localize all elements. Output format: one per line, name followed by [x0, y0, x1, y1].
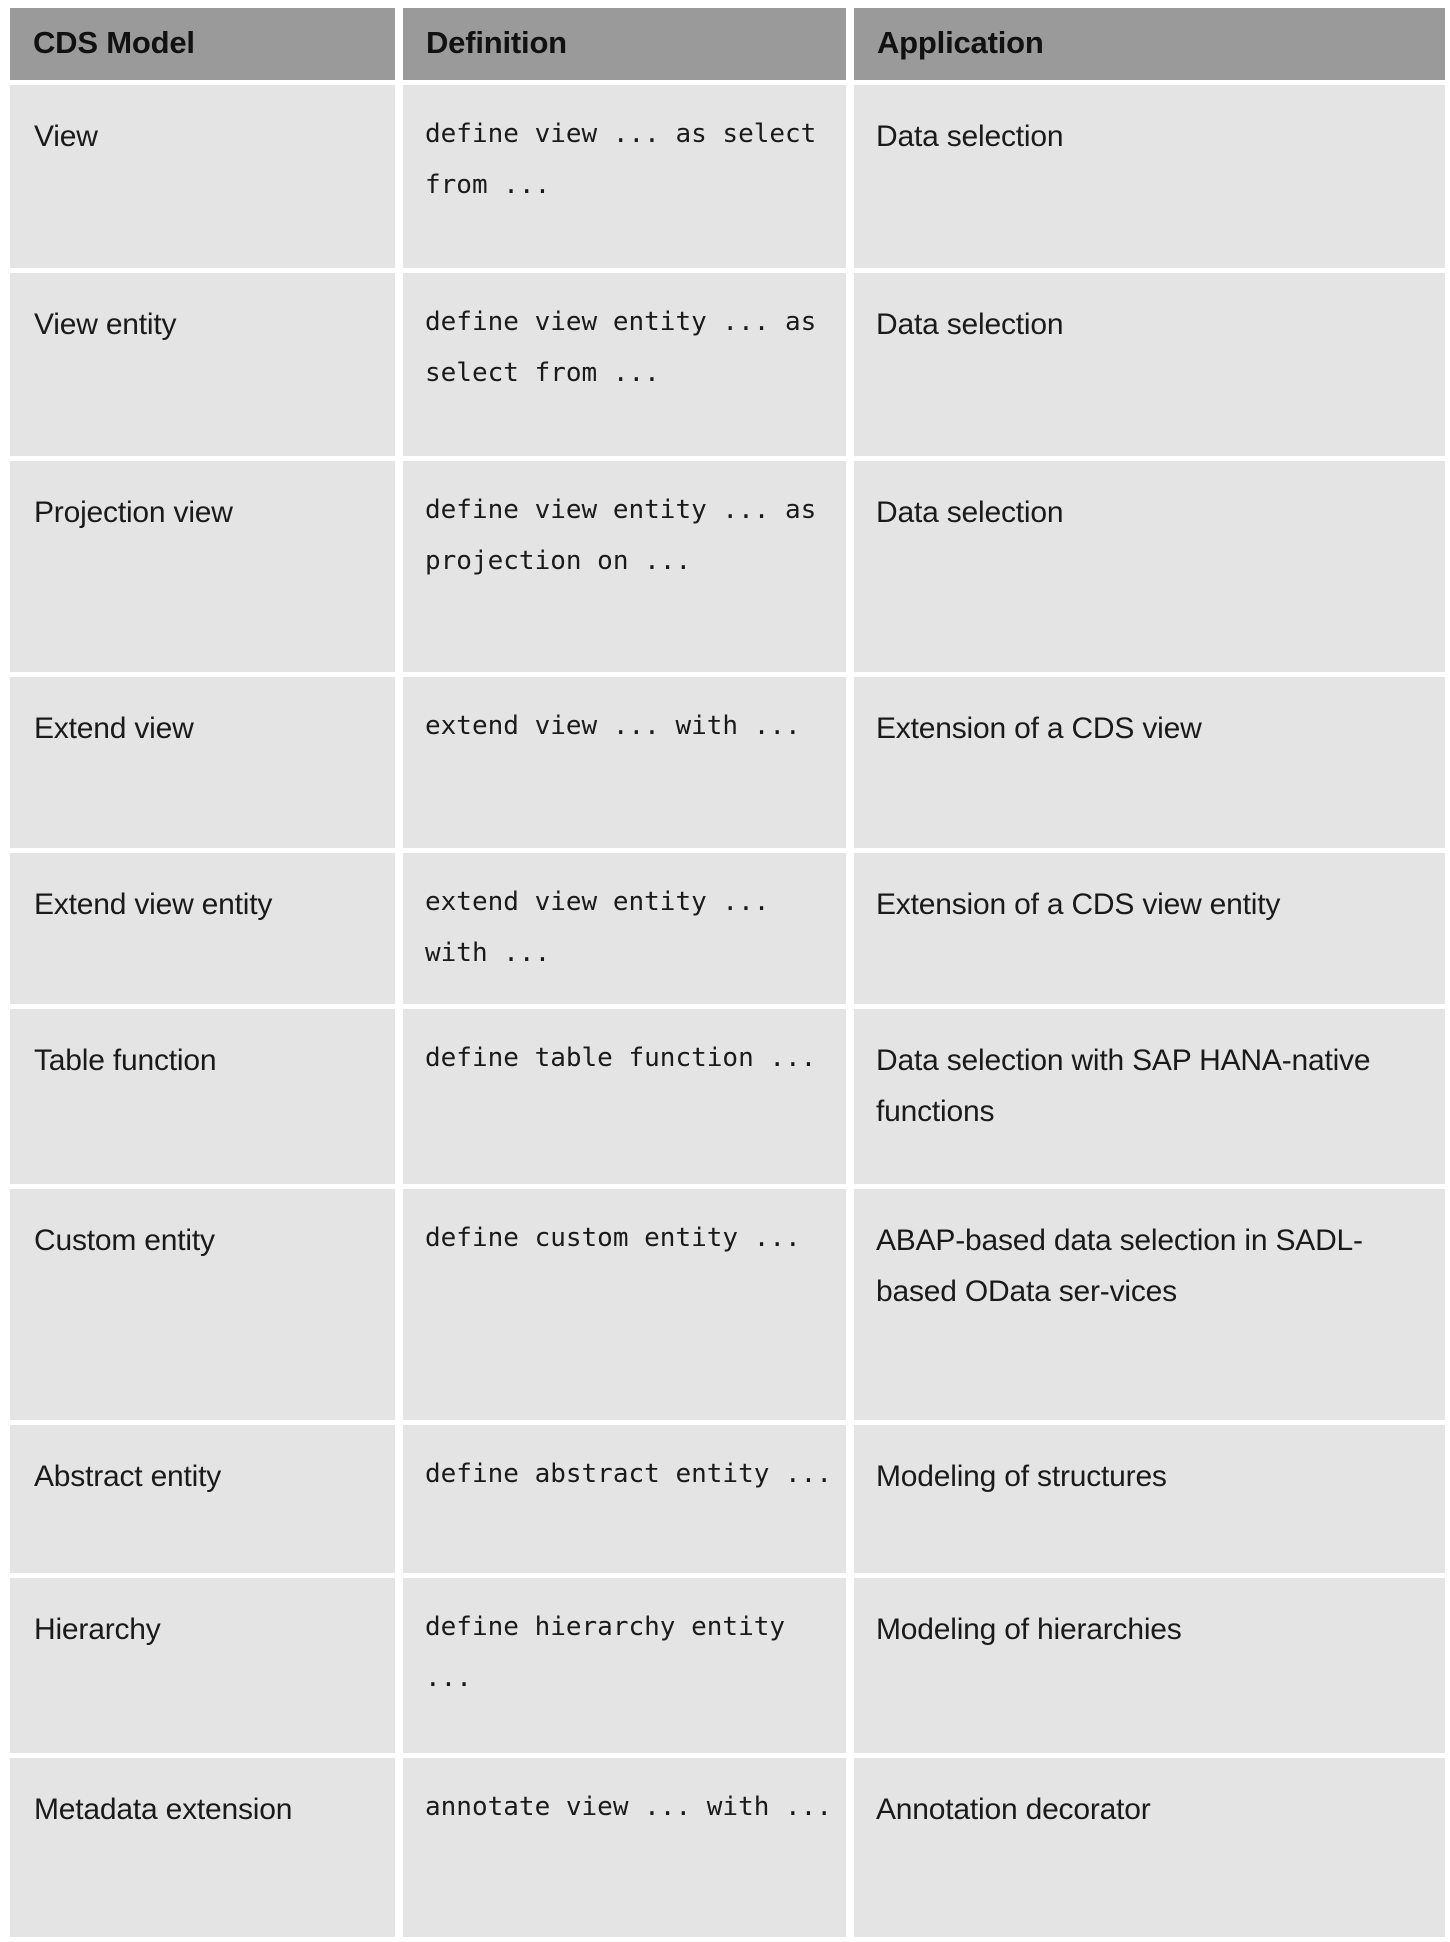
- table-row: Metadata extension annotate view ... wit…: [10, 1758, 1445, 1938]
- table-row: Hierarchy define hierarchy entity ... Mo…: [10, 1578, 1445, 1754]
- cell-cds-model: Custom entity: [10, 1189, 395, 1421]
- table-row: View define view ... as select from ... …: [10, 85, 1445, 268]
- table-header-row: CDS Model Definition Application: [10, 8, 1445, 80]
- column-header-application: Application: [854, 8, 1445, 80]
- cell-application: Data selection with SAP HANA-native func…: [854, 1009, 1445, 1185]
- cell-cds-model: Extend view entity: [10, 853, 395, 1005]
- cell-definition: extend view entity ... with ...: [403, 853, 846, 1005]
- table-header: CDS Model Definition Application: [10, 8, 1445, 80]
- cell-definition: define view entity ... as select from ..…: [403, 273, 846, 456]
- cell-cds-model: Projection view: [10, 461, 395, 672]
- cell-application: Data selection: [854, 85, 1445, 268]
- cell-definition: define custom entity ...: [403, 1189, 846, 1421]
- table-row: Table function define table function ...…: [10, 1009, 1445, 1185]
- cell-application: Data selection: [854, 273, 1445, 456]
- cell-application: Extension of a CDS view entity: [854, 853, 1445, 1005]
- cell-cds-model: View entity: [10, 273, 395, 456]
- table-row: Custom entity define custom entity ... A…: [10, 1189, 1445, 1421]
- cell-application: ABAP-based data selection in SADL-based …: [854, 1189, 1445, 1421]
- table-row: Extend view entity extend view entity ..…: [10, 853, 1445, 1005]
- cell-cds-model: Hierarchy: [10, 1578, 395, 1754]
- cell-cds-model: Table function: [10, 1009, 395, 1185]
- cds-model-table-container: CDS Model Definition Application View de…: [10, 8, 1445, 1938]
- cell-definition: define view ... as select from ...: [403, 85, 846, 268]
- cell-definition: define abstract entity ...: [403, 1425, 846, 1574]
- cell-application: Annotation decorator: [854, 1758, 1445, 1938]
- table-row: Projection view define view entity ... a…: [10, 461, 1445, 672]
- cell-application: Modeling of structures: [854, 1425, 1445, 1574]
- cell-definition: define view entity ... as projection on …: [403, 461, 846, 672]
- cell-cds-model: Metadata extension: [10, 1758, 395, 1938]
- column-header-definition: Definition: [403, 8, 846, 80]
- cell-cds-model: View: [10, 85, 395, 268]
- table-body: View define view ... as select from ... …: [10, 85, 1445, 1938]
- cell-application: Data selection: [854, 461, 1445, 672]
- cell-definition: annotate view ... with ...: [403, 1758, 846, 1938]
- cell-definition: define hierarchy entity ...: [403, 1578, 846, 1754]
- table-row: Extend view extend view ... with ... Ext…: [10, 677, 1445, 848]
- cell-definition: extend view ... with ...: [403, 677, 846, 848]
- cell-cds-model: Extend view: [10, 677, 395, 848]
- cell-definition: define table function ...: [403, 1009, 846, 1185]
- table-row: View entity define view entity ... as se…: [10, 273, 1445, 456]
- table-row: Abstract entity define abstract entity .…: [10, 1425, 1445, 1574]
- cell-application: Extension of a CDS view: [854, 677, 1445, 848]
- cell-cds-model: Abstract entity: [10, 1425, 395, 1574]
- cell-application: Modeling of hierarchies: [854, 1578, 1445, 1754]
- column-header-cds-model: CDS Model: [10, 8, 395, 80]
- cds-model-table: CDS Model Definition Application View de…: [2, 3, 1450, 1942]
